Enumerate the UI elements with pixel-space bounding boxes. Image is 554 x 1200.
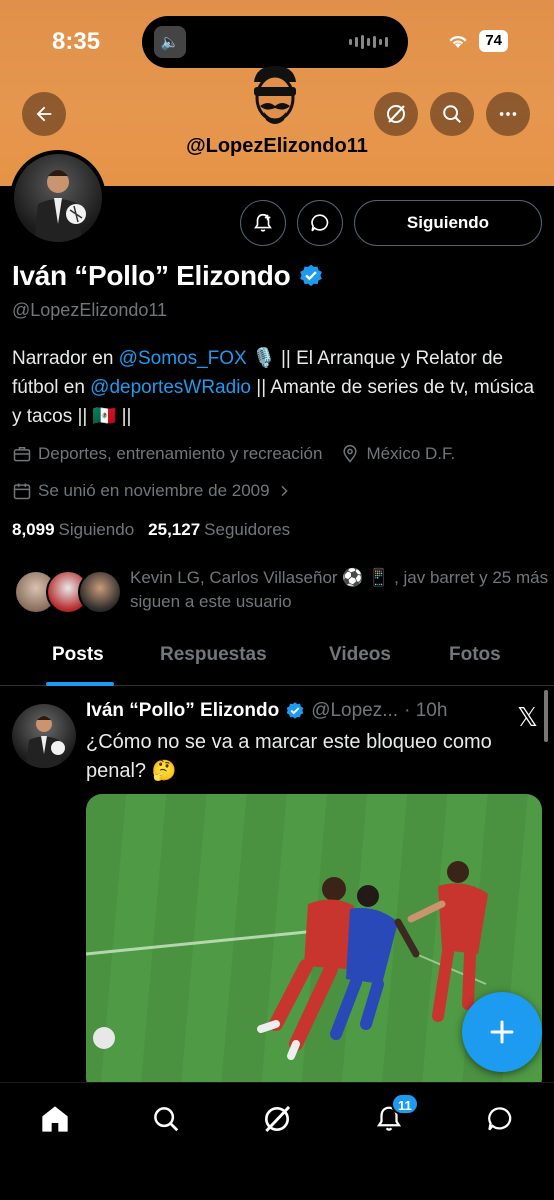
bio-text: Narrador en <box>12 348 119 369</box>
active-tab-indicator <box>46 682 114 686</box>
grok-icon <box>387 105 405 123</box>
profile-name: Iván “Pollo” Elizondo <box>12 260 291 291</box>
verified-badge-icon <box>300 264 323 287</box>
profile-meta-row: Deportes, entrenamiento y recreación Méx… <box>12 444 455 464</box>
calendar-icon <box>13 483 31 500</box>
compose-post-button[interactable] <box>462 992 542 1072</box>
chat-bubble-icon <box>488 1107 512 1131</box>
tab-respuestas[interactable]: Respuestas <box>160 644 267 666</box>
bottom-navigation: 11 <box>0 1082 554 1200</box>
post-author-avatar[interactable] <box>12 704 76 768</box>
followers-count-link[interactable]: 25,127 Seguidores <box>148 520 290 540</box>
grok-button[interactable] <box>374 92 418 136</box>
tab-videos[interactable]: Videos <box>329 644 391 666</box>
bio-text: || <box>116 406 132 427</box>
chevron-right-icon <box>281 485 288 497</box>
profile-bio: Narrador en @Somos_FOX 🎙️ || El Arranque… <box>12 344 547 431</box>
verified-badge-icon <box>286 702 304 719</box>
bio-mention-somos-fox[interactable]: @Somos_FOX <box>119 348 247 369</box>
search-icon <box>443 105 462 124</box>
notifications-badge: 11 <box>391 1093 419 1115</box>
location-pin-icon <box>343 444 358 463</box>
follow-counts: 8,099 Siguiendo 25,127 Seguidores <box>12 520 290 540</box>
bio-mention-deportes-wradio[interactable]: @deportesWRadio <box>90 377 251 398</box>
home-icon <box>42 1106 68 1132</box>
following-label: Siguiendo <box>58 520 135 539</box>
back-button[interactable] <box>22 92 66 136</box>
profile-category: Deportes, entrenamiento y recreación <box>38 444 323 463</box>
tab-fotos[interactable]: Fotos <box>449 644 501 666</box>
following-count-link[interactable]: 8,099 Siguiendo <box>12 520 134 540</box>
post-timestamp: · 10h <box>404 700 448 721</box>
post-text: ¿Cómo no se va a marcar este bloqueo com… <box>86 731 492 782</box>
search-icon <box>154 1107 179 1132</box>
mutual-follower-avatars <box>14 570 124 616</box>
following-count: 8,099 <box>12 520 55 539</box>
bell-plus-icon <box>254 213 272 232</box>
banner-handle-text: @LopezElizondo11 <box>186 135 368 157</box>
scrollbar[interactable] <box>544 690 548 742</box>
person-photo <box>34 170 86 242</box>
dynamic-island: 🔈 <box>142 16 408 68</box>
followed-by-text: Kevin LG, Carlos Villaseñor ⚽️ 📱 , jav b… <box>130 568 549 611</box>
nav-grok[interactable] <box>257 1099 297 1139</box>
mustache-logo-icon <box>254 66 296 124</box>
audio-waveform-icon <box>349 35 388 49</box>
player-red-2 <box>407 861 488 1022</box>
nav-home[interactable] <box>35 1099 75 1139</box>
tab-posts[interactable]: Posts <box>52 644 104 666</box>
volume-icon: 🔈 <box>154 26 186 58</box>
more-options-button[interactable] <box>486 92 530 136</box>
post-author-handle: @Lopez... <box>311 700 399 721</box>
profile-handle: @LopezElizondo11 <box>12 300 168 320</box>
profile-tabs: Posts Respuestas Videos Fotos <box>0 634 554 686</box>
microphone-emoji: 🎙️ <box>252 348 276 369</box>
mexico-flag-emoji: 🇲🇽 <box>92 406 117 427</box>
chat-bubble-icon <box>311 214 329 232</box>
following-button[interactable]: Siguiendo <box>354 200 542 246</box>
briefcase-icon <box>13 447 31 462</box>
arrow-left-icon <box>36 106 52 122</box>
plus-icon <box>490 1020 514 1044</box>
more-horizontal-icon <box>499 112 517 116</box>
nav-messages[interactable] <box>480 1099 520 1139</box>
profile-avatar[interactable] <box>10 150 106 246</box>
person-photo <box>26 716 65 768</box>
profile-joined-row[interactable]: Se unió en noviembre de 2009 <box>12 481 292 501</box>
search-button[interactable] <box>430 92 474 136</box>
profile-location: México D.F. <box>366 444 456 463</box>
battery-indicator: 74 <box>479 30 508 52</box>
status-indicators: 74 <box>447 30 508 52</box>
profile-joined-date: Se unió en noviembre de 2009 <box>38 481 270 500</box>
nav-notifications[interactable]: 11 <box>369 1093 419 1139</box>
wifi-icon <box>449 35 467 48</box>
status-time: 8:35 <box>52 28 101 55</box>
followers-count: 25,127 <box>148 520 201 539</box>
message-button[interactable] <box>297 200 343 246</box>
notifications-toggle-button[interactable] <box>240 200 286 246</box>
grok-icon <box>265 1105 291 1133</box>
post-header: Iván “Pollo” Elizondo @Lopez... · 10h <box>86 700 447 722</box>
post-author-name[interactable]: Iván “Pollo” Elizondo <box>86 700 279 722</box>
nav-search[interactable] <box>146 1099 186 1139</box>
avatar <box>78 570 122 614</box>
followers-label: Seguidores <box>204 520 291 539</box>
profile-name-row: Iván “Pollo” Elizondo <box>12 260 324 292</box>
